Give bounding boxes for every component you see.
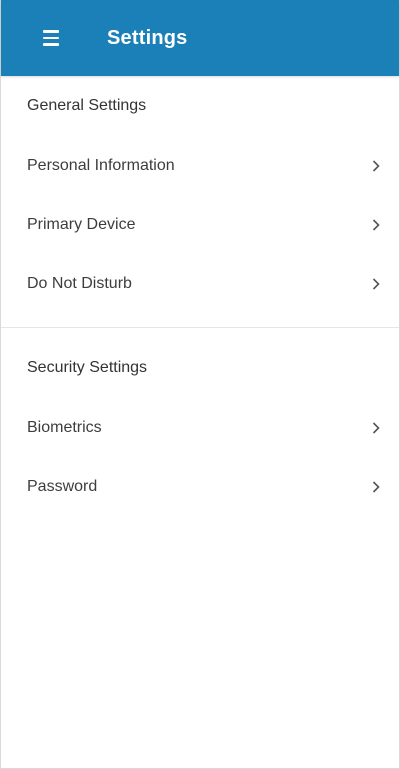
settings-item-password[interactable]: Password — [1, 457, 399, 516]
chevron-right-icon — [371, 480, 381, 494]
settings-item-label: Personal Information — [27, 156, 175, 174]
settings-item-label: Primary Device — [27, 215, 136, 233]
settings-item-do-not-disturb[interactable]: Do Not Disturb — [1, 254, 399, 313]
settings-screen: Settings General Settings Personal Infor… — [0, 0, 400, 769]
section-header-security: Security Settings — [27, 359, 148, 376]
settings-item-personal-information[interactable]: Personal Information — [1, 136, 399, 195]
chevron-right-icon — [371, 277, 381, 291]
settings-item-biometrics[interactable]: Biometrics — [1, 398, 399, 457]
app-bar: Settings — [1, 0, 399, 76]
hamburger-icon[interactable] — [43, 28, 69, 48]
section-divider — [1, 327, 399, 328]
settings-item-label: Password — [27, 477, 98, 495]
settings-item-label: Do Not Disturb — [27, 274, 132, 292]
settings-item-primary-device[interactable]: Primary Device — [1, 195, 399, 254]
chevron-right-icon — [371, 159, 381, 173]
section-header-general: General Settings — [27, 97, 147, 114]
page-title: Settings — [107, 26, 188, 49]
settings-item-label: Biometrics — [27, 418, 102, 436]
chevron-right-icon — [371, 218, 381, 232]
chevron-right-icon — [371, 421, 381, 435]
